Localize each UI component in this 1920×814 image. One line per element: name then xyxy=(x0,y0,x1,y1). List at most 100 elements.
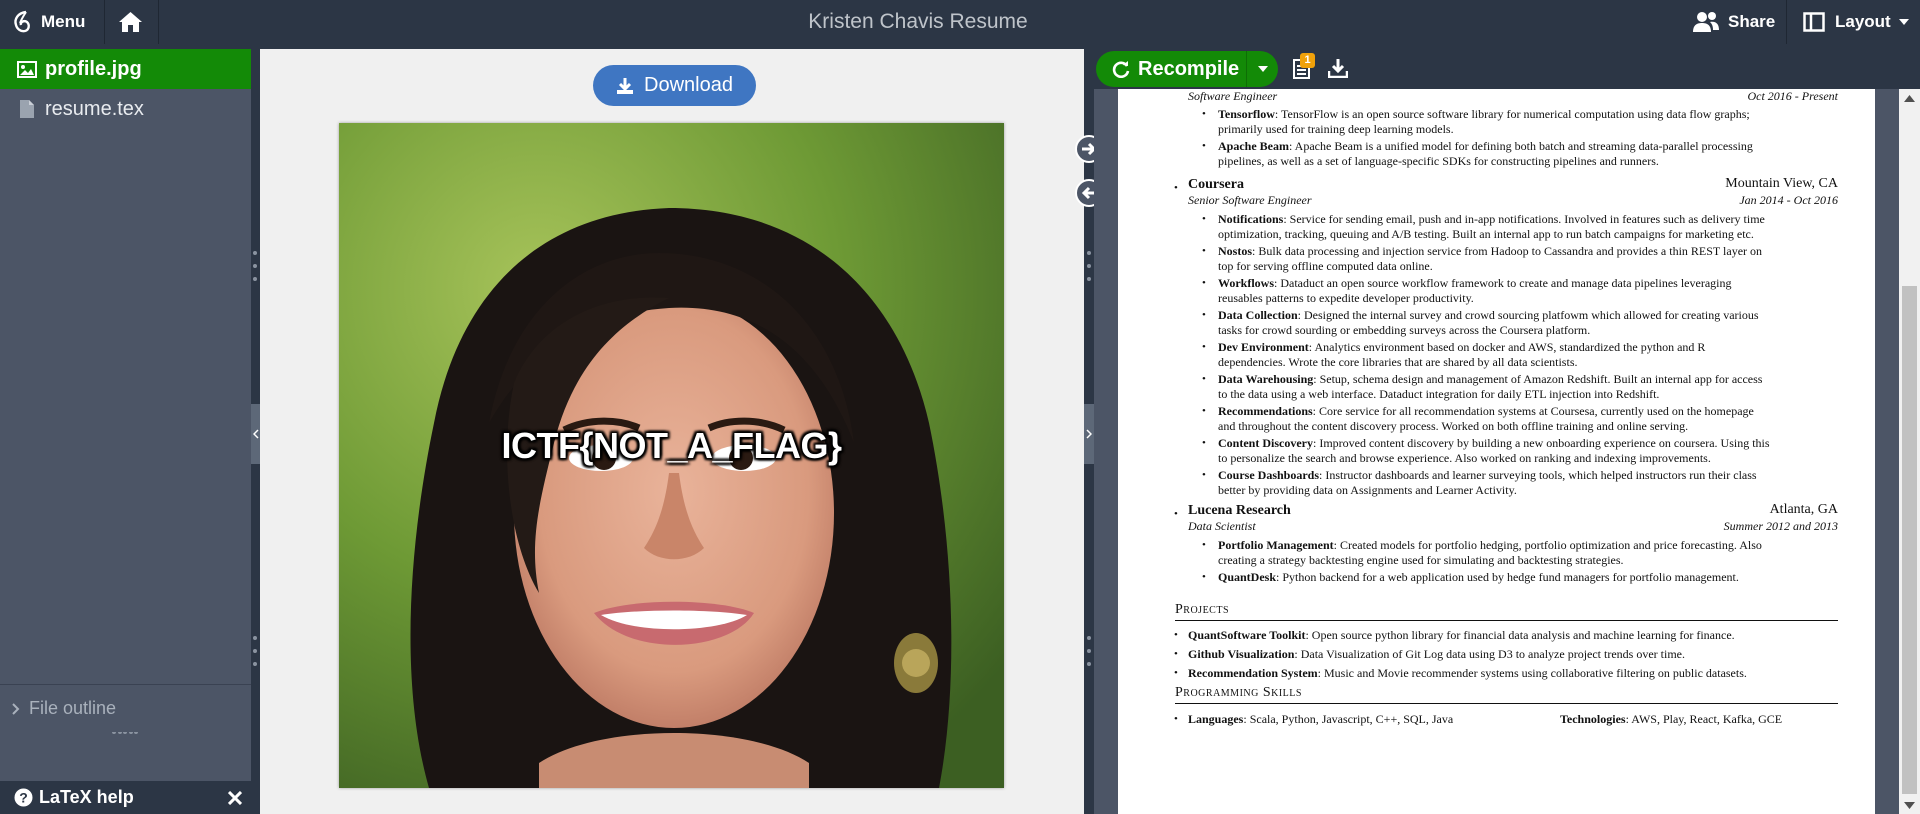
company-name: Lucena Research xyxy=(1188,503,1291,518)
list-bullet: • xyxy=(1174,508,1178,520)
pdf-scrollbar-thumb[interactable] xyxy=(1902,286,1917,794)
list-item-cont: better by providing data on Assignments … xyxy=(1218,483,1517,497)
sidebar-collapse-toggle[interactable] xyxy=(251,404,260,464)
section-rule xyxy=(1175,620,1838,621)
list-item: Dev Environment: Analytics environment b… xyxy=(1218,340,1706,354)
caret-down-icon xyxy=(1257,66,1268,72)
list-bullet: • xyxy=(1202,245,1206,257)
job-dates: Jan 2014 - Oct 2016 xyxy=(1739,193,1838,207)
sidebar-resizer-grip xyxy=(253,636,257,666)
download-button[interactable]: Download xyxy=(593,65,756,106)
download-pdf-button[interactable] xyxy=(1328,58,1348,80)
list-item-cont: reusables patterns to expedite developer… xyxy=(1218,291,1474,305)
job-title: Data Scientist xyxy=(1188,519,1256,533)
file-outline-label: File outline xyxy=(29,698,117,718)
layout-label: Layout xyxy=(1835,12,1891,31)
list-bullet: • xyxy=(1202,469,1206,481)
download-icon xyxy=(1328,58,1348,78)
pdf-collapse-toggle[interactable] xyxy=(1084,404,1094,464)
list-item: Portfolio Management: Created models for… xyxy=(1218,538,1762,552)
list-item: Workflows: Dataduct an open source workf… xyxy=(1218,276,1732,290)
company-location: Atlanta, GA xyxy=(1769,502,1838,517)
pdf-resizer-grip xyxy=(1087,251,1091,281)
project-item: Github Visualization: Data Visualization… xyxy=(1188,647,1685,661)
list-item: Notifications: Service for sending email… xyxy=(1218,212,1765,226)
sidebar-resizer-grip xyxy=(253,251,257,281)
profile-image: ICTF{NOT_A_FLAG} xyxy=(339,123,1004,788)
list-bullet: • xyxy=(1202,571,1206,583)
list-bullet: • xyxy=(1202,277,1206,289)
pdf-resizer-grip xyxy=(1087,636,1091,666)
recompile-label: Recompile xyxy=(1138,57,1240,80)
list-item: Course Dashboards: Instructor dashboards… xyxy=(1218,468,1757,482)
file-icon xyxy=(17,100,37,118)
latex-help-label: LaTeX help xyxy=(39,787,134,807)
caret-down-icon xyxy=(1898,19,1909,25)
list-item-cont: to personalize the search and browse exp… xyxy=(1218,451,1711,465)
list-item-cont: tasks for crowd sourding or embedding su… xyxy=(1218,323,1591,337)
list-item-cont: to the data using a web interface. Datad… xyxy=(1218,387,1660,401)
list-bullet: • xyxy=(1202,108,1206,120)
share-label: Share xyxy=(1728,12,1776,31)
recompile-button-group: Recompile xyxy=(1096,51,1278,87)
project-item: Recommendation System: Music and Movie r… xyxy=(1188,666,1747,680)
list-bullet: • xyxy=(1202,437,1206,449)
file-tree-item-profile-jpg[interactable]: profile.jpg xyxy=(0,49,251,89)
close-icon[interactable] xyxy=(228,790,242,805)
list-bullet: • xyxy=(1202,213,1206,225)
file-name: profile.jpg xyxy=(45,57,142,80)
skills-technologies: Technologies: AWS, Play, React, Kafka, G… xyxy=(1560,712,1783,726)
list-bullet: • xyxy=(1202,373,1206,385)
refresh-icon xyxy=(1112,60,1130,78)
file-name: resume.tex xyxy=(45,97,144,120)
image-file-icon xyxy=(17,60,37,78)
file-tree-panel: profile.jpg resume.tex File outline xyxy=(0,49,251,814)
svg-text:?: ? xyxy=(19,790,28,806)
list-bullet: • xyxy=(1174,182,1178,194)
list-item-cont: and throughout the content discovery pro… xyxy=(1218,419,1689,433)
list-item: Nostos: Bulk data processing and injecti… xyxy=(1218,244,1763,258)
top-toolbar: Menu Kristen Chavis Resume Share Layout xyxy=(0,0,1920,49)
list-item-cont: optimization, tracking, queuing and A/B … xyxy=(1218,227,1754,241)
list-item: QuantDesk: Python backend for a web appl… xyxy=(1218,570,1739,584)
list-bullet: • xyxy=(1202,341,1206,353)
list-bullet: • xyxy=(1202,539,1206,551)
recompile-options-toggle[interactable] xyxy=(1246,51,1278,87)
list-bullet: • xyxy=(1174,648,1178,660)
logs-badge: 1 xyxy=(1300,53,1315,68)
list-item: Content Discovery: Improved content disc… xyxy=(1218,436,1770,450)
job-title: Software Engineer xyxy=(1188,89,1278,103)
question-circle-icon: ? xyxy=(14,788,33,807)
list-bullet: • xyxy=(1174,713,1178,725)
chevron-right-icon xyxy=(1086,429,1092,439)
recompile-button[interactable]: Recompile xyxy=(1096,51,1246,87)
company-location: Mountain View, CA xyxy=(1725,176,1838,191)
job-title: Senior Software Engineer xyxy=(1188,193,1312,207)
list-item: Recommendations: Core service for all re… xyxy=(1218,404,1754,418)
overlay-flag-text: ICTF{NOT_A_FLAG} xyxy=(501,425,842,466)
share-button[interactable]: Share xyxy=(1692,0,1775,44)
file-outline-toggle[interactable]: File outline xyxy=(0,684,251,732)
list-item: Tensorflow: TensorFlow is an open source… xyxy=(1218,107,1750,121)
section-heading-skills: Programming Skills xyxy=(1175,685,1302,700)
list-bullet: • xyxy=(1174,667,1178,679)
toolbar-divider xyxy=(1786,0,1787,44)
users-icon xyxy=(1692,11,1720,33)
list-item-cont: top for serving offline computed data on… xyxy=(1218,259,1433,273)
section-heading-projects: Projects xyxy=(1175,602,1230,617)
download-icon xyxy=(616,77,634,95)
pdf-page: • Software Engineer Oct 2016 - Present •… xyxy=(1118,89,1875,814)
project-title[interactable]: Kristen Chavis Resume xyxy=(0,0,1836,44)
layout-button[interactable]: Layout xyxy=(1803,0,1909,44)
job-dates: Oct 2016 - Present xyxy=(1747,89,1838,103)
logs-button[interactable]: 1 xyxy=(1293,53,1315,81)
list-item: Data Collection: Designed the internal s… xyxy=(1218,308,1759,322)
latex-help-bar[interactable]: ? LaTeX help xyxy=(0,781,251,814)
project-item: QuantSoftware Toolkit: Open source pytho… xyxy=(1188,628,1735,642)
chevron-left-icon xyxy=(252,429,259,439)
file-tree-item-resume-tex[interactable]: resume.tex xyxy=(0,89,251,129)
list-item-cont: dependencies. Wrote the core libraries t… xyxy=(1218,355,1578,369)
scroll-down-arrow-icon[interactable] xyxy=(1904,802,1915,809)
list-bullet: • xyxy=(1202,405,1206,417)
scroll-up-arrow-icon[interactable] xyxy=(1904,95,1915,102)
